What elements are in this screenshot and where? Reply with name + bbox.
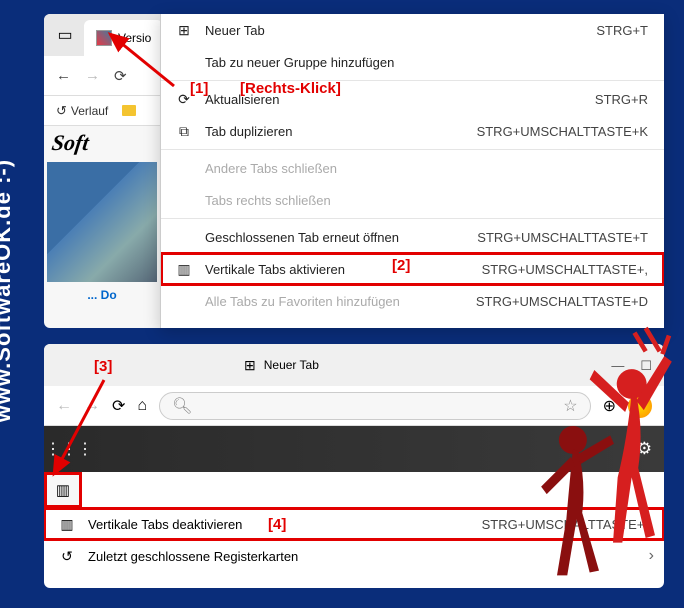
desktop-thumbnail [47, 162, 157, 282]
mascot-characters [524, 300, 674, 580]
menu-add-to-group[interactable]: Tab zu neuer Gruppe hinzufügen [161, 46, 664, 78]
forward-button: → [85, 67, 100, 84]
history-icon: ↺ [56, 103, 67, 119]
new-tab-icon: ⊞ [173, 22, 195, 39]
menu-reopen-closed[interactable]: Geschlossenen Tab erneut öffnen STRG+UMS… [161, 221, 664, 253]
menu-new-tab[interactable]: ⊞ Neuer Tab STRG+T [161, 14, 664, 46]
vertical-tabs-icon: ▥ [173, 261, 195, 278]
duplicate-icon: ⧉ [173, 123, 195, 140]
new-tab-icon: ⊞ [244, 357, 256, 374]
watermark-sidebar: www.SoftwareOK.de :-) [0, 159, 16, 422]
bookmark-folder[interactable] [122, 105, 136, 116]
menu-separator [161, 218, 664, 219]
menu-duplicate[interactable]: ⧉ Tab duplizieren STRG+UMSCHALTTASTE+K [161, 115, 664, 147]
menu-separator [161, 80, 664, 81]
search-icon: 🔍︎ [172, 396, 192, 416]
reload-button[interactable]: ⟳ [112, 396, 125, 416]
collections-icon: ⊕ [173, 325, 195, 329]
arrow-1 [104, 28, 176, 90]
download-link[interactable]: ... Do [44, 288, 160, 302]
vertical-tabs-icon: ▥ [56, 516, 78, 533]
menu-refresh[interactable]: ⟳ Aktualisieren STRG+R [161, 83, 664, 115]
history-icon: ↺ [56, 548, 78, 565]
refresh-icon: ⟳ [173, 91, 195, 108]
arrow-3 [44, 376, 112, 481]
home-button[interactable]: ⌂ [137, 397, 147, 415]
bookmark-verlauf[interactable]: ↺ Verlauf [56, 103, 108, 119]
tab-context-menu: ⊞ Neuer Tab STRG+T Tab zu neuer Gruppe h… [160, 14, 664, 328]
site-logo-text: Soft [50, 130, 160, 156]
bookmark-label: Verlauf [71, 104, 108, 118]
menu-vertical-tabs-enable[interactable]: ▥ Vertikale Tabs aktivieren STRG+UMSCHAL… [161, 253, 664, 285]
page-content: Soft ... Do [44, 126, 160, 306]
menu-close-right: Tabs rechts schließen [161, 184, 664, 216]
menu-separator [161, 149, 664, 150]
tab-actions-button[interactable]: ▭ [50, 20, 80, 50]
back-button[interactable]: ← [56, 67, 71, 84]
menu-close-others: Andere Tabs schließen [161, 152, 664, 184]
s2-tab-title: Neuer Tab [264, 358, 319, 372]
folder-icon [122, 105, 136, 116]
